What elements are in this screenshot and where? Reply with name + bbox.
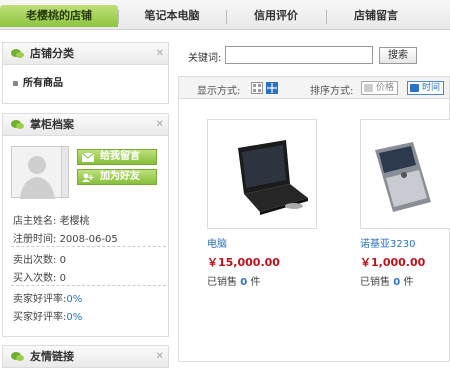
buy-count-row: 买入次数: 0 <box>13 269 66 284</box>
sold-count: 0 <box>240 277 248 288</box>
grid-view-icon[interactable] <box>266 82 278 94</box>
reg-date-row: 注册时间: 2008-06-05 <box>13 230 118 245</box>
profile-box-header: 掌柜档案 ✕ <box>3 114 168 136</box>
links-title: 友情链接 <box>30 350 74 363</box>
buy-count-label: 买入次数: <box>13 273 57 284</box>
sort-time-label: 时间 <box>422 83 441 93</box>
search-input[interactable] <box>225 46 373 64</box>
shop-owner-value: 老樱桃 <box>59 216 90 227</box>
add-user-icon <box>82 173 94 182</box>
leave-message-button[interactable]: 给我留言 <box>77 149 157 165</box>
product-name-link[interactable]: 电脑 <box>207 235 227 250</box>
product-price: ￥15,000.00 <box>207 256 280 269</box>
add-friend-label: 加为好友 <box>100 171 140 182</box>
laptop-image <box>238 140 308 215</box>
product-name-link[interactable]: 诺基亚3230 <box>360 235 415 250</box>
links-box-header: 友情链接 ✕ <box>3 346 168 368</box>
leaf-icon <box>11 120 24 129</box>
product-panel: 显示方式: 排序方式: 价格 时间 电脑 ￥15,000.00 已销售 0 件 <box>178 76 450 362</box>
search-label: 关键词: <box>188 53 222 64</box>
sold-unit: 件 <box>403 277 414 288</box>
divider <box>11 246 166 247</box>
bullet-icon <box>13 80 18 86</box>
envelope-icon <box>82 153 94 162</box>
close-icon[interactable]: ✕ <box>156 43 164 65</box>
sort-icon <box>410 84 419 92</box>
seller-rate-row: 卖家好评率:0% <box>13 290 82 305</box>
tab-shop-home[interactable]: 老樱桃的店铺 <box>0 5 118 27</box>
phone-image <box>375 142 431 212</box>
list-view-icon[interactable] <box>251 82 263 94</box>
user-silhouette-icon <box>20 156 55 199</box>
category-box-header: 店铺分类 ✕ <box>3 43 168 65</box>
sold-count: 0 <box>393 277 401 288</box>
leave-message-label: 给我留言 <box>100 151 140 162</box>
buyer-rate-link[interactable]: 0% <box>66 312 82 323</box>
sell-count-label: 卖出次数: <box>13 255 57 266</box>
sell-count-row: 卖出次数: 0 <box>13 251 66 266</box>
add-friend-button[interactable]: 加为好友 <box>77 169 157 185</box>
buyer-rate-row: 买家好评率:0% <box>13 308 82 323</box>
top-nav: 老樱桃的店铺 笔记本电脑 信用评价 店铺留言 <box>0 0 450 30</box>
category-item-label: 所有商品 <box>23 78 63 89</box>
product-sold: 已销售 0 件 <box>360 273 413 288</box>
profile-title: 掌柜档案 <box>30 118 74 131</box>
sort-time-button[interactable]: 时间 <box>407 81 445 95</box>
sort-label: 排序方式: <box>310 86 354 97</box>
sold-prefix: 已销售 <box>207 277 237 288</box>
profile-box: 掌柜档案 ✕ 给我留言 加为好友 店主姓名: 老樱桃 注册时间: 2008-06… <box>2 113 169 337</box>
buy-count-value: 0 <box>59 273 66 284</box>
sort-price-label: 价格 <box>376 83 395 93</box>
sell-count-value: 0 <box>59 255 66 266</box>
shop-owner-row: 店主姓名: 老樱桃 <box>13 212 90 227</box>
tab-separator <box>326 10 327 24</box>
shop-owner-label: 店主姓名: <box>13 216 57 227</box>
avatar[interactable] <box>11 146 62 199</box>
buyer-rate-label: 买家好评率: <box>13 312 67 323</box>
links-box: 友情链接 ✕ <box>2 345 169 368</box>
leaf-icon <box>11 352 24 361</box>
reg-date-label: 注册时间: <box>13 234 57 245</box>
tab-separator <box>118 10 119 24</box>
product-image-phone[interactable] <box>360 119 450 229</box>
display-mode-label: 显示方式: <box>197 86 241 97</box>
leaf-icon <box>11 49 24 58</box>
reg-date-value: 2008-06-05 <box>59 234 118 245</box>
product-sold: 已销售 0 件 <box>207 273 260 288</box>
search-button[interactable]: 搜索 <box>379 47 417 64</box>
category-item-all[interactable]: 所有商品 <box>13 74 63 89</box>
category-title: 店铺分类 <box>30 47 74 60</box>
sort-price-button[interactable]: 价格 <box>361 81 399 95</box>
product-image-laptop[interactable] <box>207 119 317 229</box>
tab-laptops[interactable]: 笔记本电脑 <box>120 5 224 27</box>
sold-unit: 件 <box>250 277 261 288</box>
divider <box>11 285 166 286</box>
close-icon[interactable]: ✕ <box>156 114 164 136</box>
tab-credit-rating[interactable]: 信用评价 <box>228 5 324 27</box>
close-icon[interactable]: ✕ <box>156 346 164 368</box>
view-toolbar: 显示方式: 排序方式: 价格 时间 <box>179 77 449 99</box>
chevron-down-icon[interactable] <box>62 146 69 198</box>
sold-prefix: 已销售 <box>360 277 390 288</box>
search-bar: 关键词: 搜索 <box>178 40 450 70</box>
tab-separator <box>226 10 227 24</box>
seller-rate-label: 卖家好评率: <box>13 294 67 305</box>
tab-guestbook[interactable]: 店铺留言 <box>328 5 424 27</box>
product-price: ￥1,000.00 <box>360 256 426 269</box>
seller-rate-link[interactable]: 0% <box>66 294 82 305</box>
category-box: 店铺分类 ✕ 所有商品 <box>2 42 169 104</box>
sort-icon <box>364 84 373 92</box>
